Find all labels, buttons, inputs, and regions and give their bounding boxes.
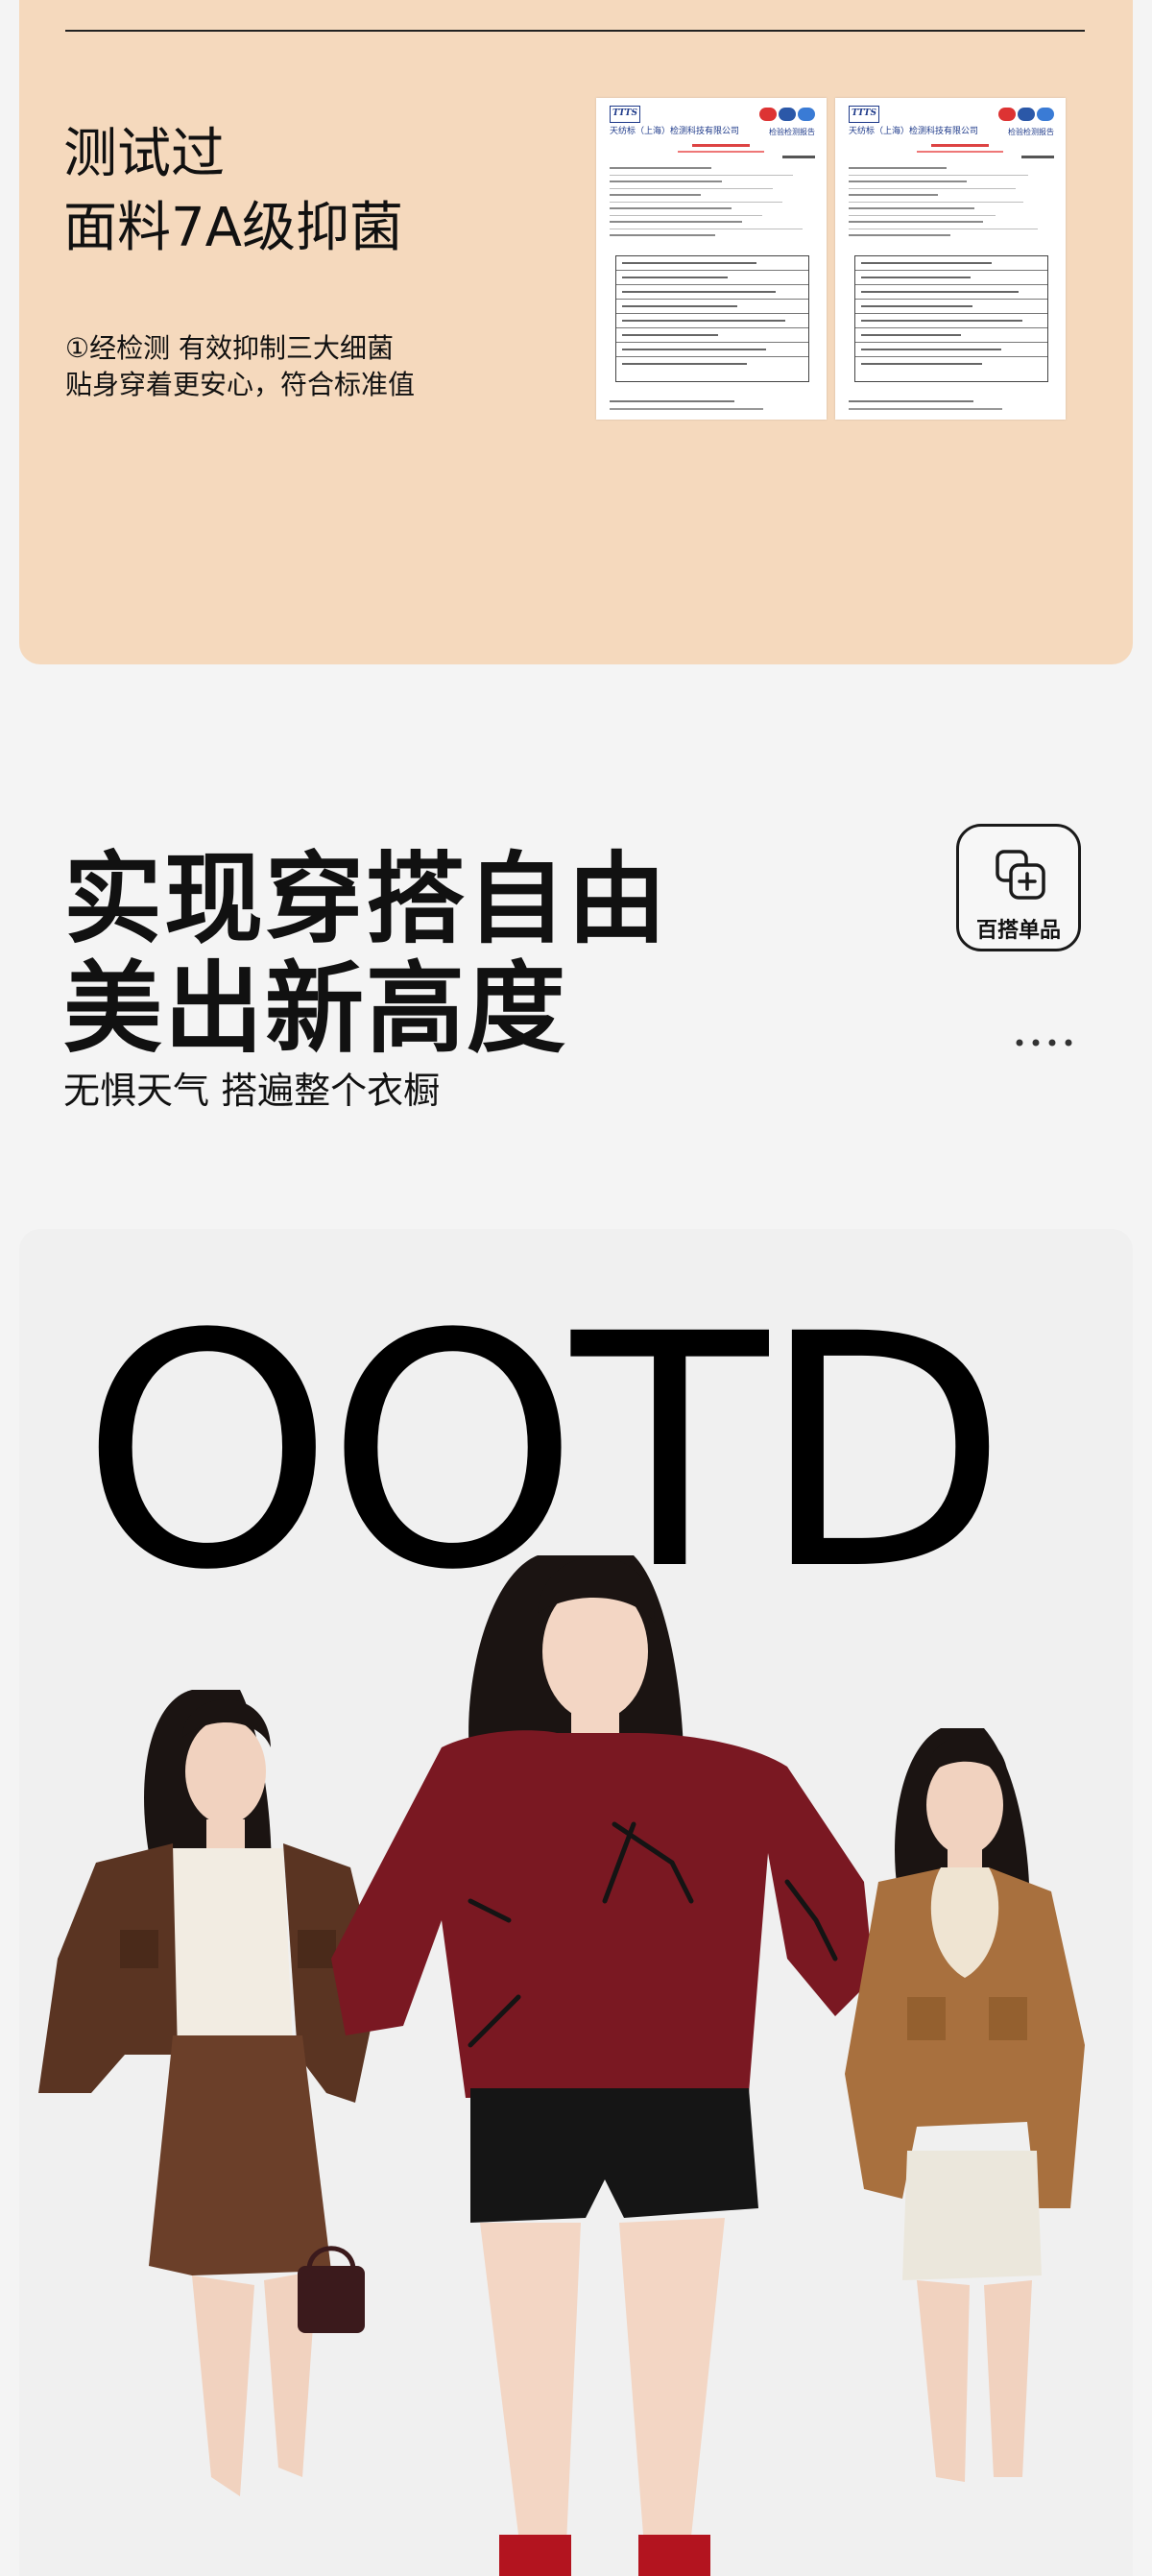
report-footer [849, 400, 973, 402]
styling-subheadline: 无惧天气 搭遍整个衣橱 [63, 1070, 441, 1112]
models-photo [38, 1555, 1085, 2576]
report-body-text [849, 167, 1052, 242]
cnas-badge-icon [779, 108, 796, 121]
report-body-text [610, 167, 813, 242]
materials-title-line1: 测试过 [63, 123, 225, 185]
test-report-page-2[interactable]: TTTS 天纺标（上海）检测科技有限公司 检验检测报告 [835, 98, 1066, 420]
cert-badges [996, 107, 1054, 125]
styling-headline-line2: 美出新高度 [63, 951, 567, 1067]
divider-line [65, 30, 1085, 32]
more-dots-icon [1016, 1039, 1072, 1047]
materials-title-line2: 面料7A级抑菌 [63, 197, 403, 259]
report-footer [610, 400, 734, 402]
report-red-subheading [917, 151, 1003, 153]
ilac-badge-icon [1037, 108, 1054, 121]
ilac-badge-icon [798, 108, 815, 121]
report-logo: TTTS [610, 106, 640, 123]
materials-desc-line1: ①经检测 有效抑制三大细菌 [65, 332, 395, 364]
report-doc-title: 检验检测报告 [769, 128, 815, 136]
report-org-name: 天纺标（上海）检测科技有限公司 [849, 127, 979, 136]
report-number [782, 156, 815, 158]
report-number [1021, 156, 1054, 158]
report-red-heading [692, 144, 750, 147]
report-table [615, 255, 809, 382]
report-footer-note [849, 408, 1002, 410]
report-red-heading [931, 144, 989, 147]
materials-description: ①经检测 有效抑制三大细菌 贴身穿着更安心，符合标准值 [65, 330, 415, 403]
center-model-figure [331, 1555, 874, 2576]
cnas-badge-icon [1018, 108, 1035, 121]
report-table [854, 255, 1048, 382]
right-model-figure [845, 1728, 1085, 2482]
report-org-name: 天纺标（上海）检测科技有限公司 [610, 127, 740, 136]
left-model-figure [38, 1690, 379, 2496]
styling-headline: 实现穿搭自由 美出新高度 [63, 845, 668, 1064]
report-doc-title: 检验检测报告 [1008, 128, 1054, 136]
ootd-card: OOTD [19, 1229, 1133, 2576]
test-report-page-1[interactable]: TTTS 天纺标（上海）检测科技有限公司 检验检测报告 [596, 98, 827, 420]
report-red-subheading [678, 151, 764, 153]
layers-plus-icon [996, 850, 1045, 900]
versatile-item-badge: 百搭单品 [956, 824, 1081, 951]
cma-badge-icon [998, 108, 1016, 121]
styling-headline-line1: 实现穿搭自由 [63, 842, 668, 957]
cert-badges [757, 107, 815, 125]
materials-title: 测试过 面料7A级抑菌 [63, 117, 403, 265]
badge-label: 百搭单品 [975, 919, 1061, 943]
report-footer-note [610, 408, 763, 410]
report-logo: TTTS [849, 106, 879, 123]
materials-desc-line2: 贴身穿着更安心，符合标准值 [65, 369, 416, 400]
cma-badge-icon [759, 108, 777, 121]
